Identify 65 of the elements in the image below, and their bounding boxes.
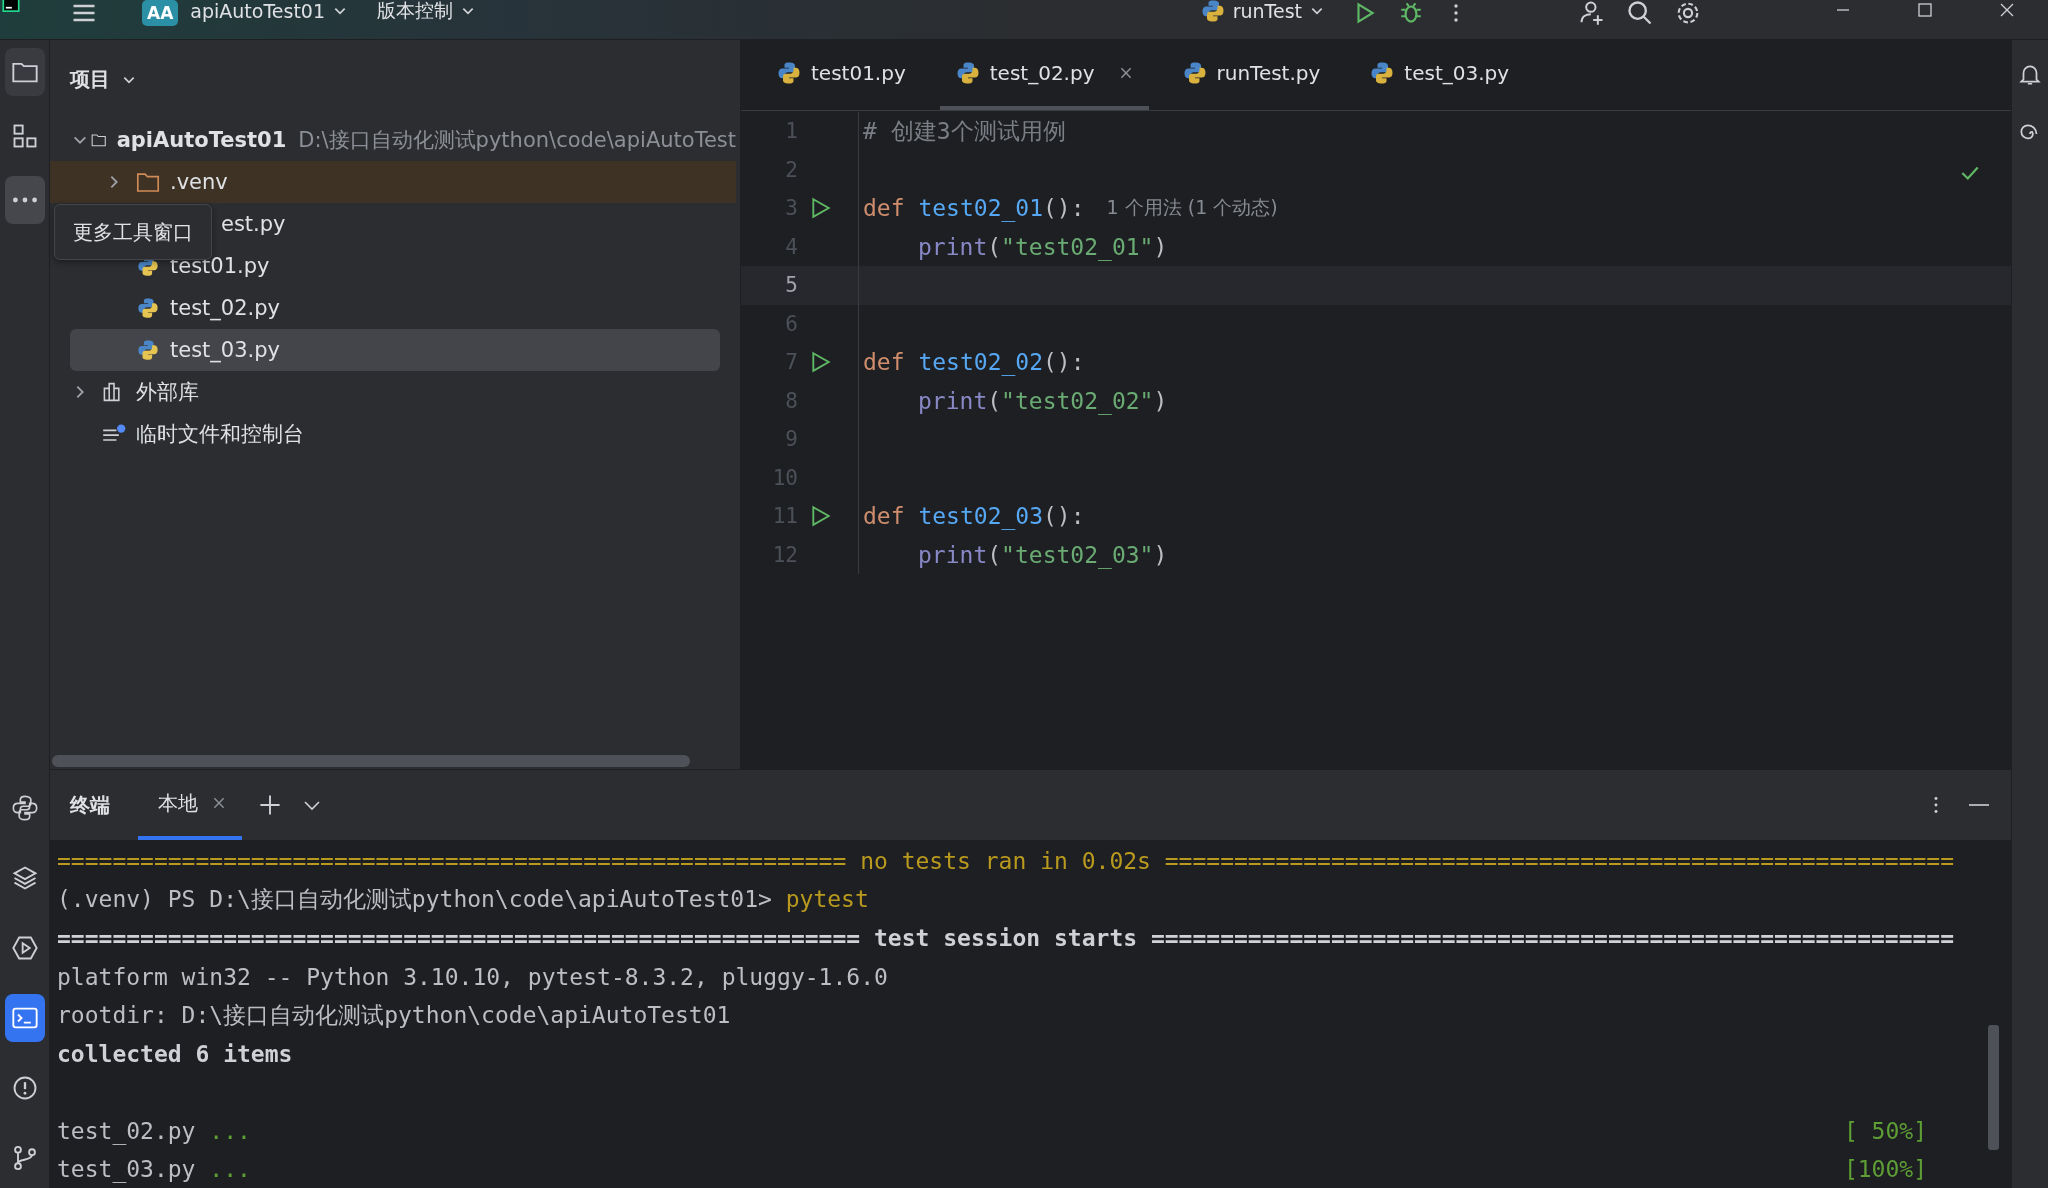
- terminal-line: collected 6 items: [57, 1040, 293, 1067]
- editor-tab[interactable]: test01.py: [761, 40, 922, 110]
- terminal-line: rootdir: D:\接口自动化测试python\code\apiAutoTest01: [57, 1000, 731, 1030]
- scrollbar[interactable]: [1988, 1025, 1999, 1150]
- file-item[interactable]: test_02.py: [50, 287, 736, 329]
- project-badge: AA: [142, 0, 179, 26]
- python-file-icon: [136, 339, 160, 361]
- code-line: print("test02_03"): [917, 541, 1168, 568]
- add-user-icon[interactable]: [1578, 0, 1606, 27]
- tooltip: 更多工具窗口: [54, 204, 212, 260]
- terminal-line: test_03.py ...: [57, 1156, 251, 1183]
- search-icon[interactable]: [1626, 0, 1654, 27]
- editor-tab[interactable]: test_02.py: [939, 40, 1149, 110]
- terminal-line: ========================================================= no tests ran in 0.02s =========================================================: [57, 848, 1955, 875]
- progress-percent: [ 50%]: [1843, 1117, 1927, 1144]
- close-icon[interactable]: [212, 796, 226, 810]
- run-icon[interactable]: [810, 505, 832, 528]
- code-line: # 创建3个测试用例: [863, 116, 1066, 146]
- progress-percent: [100%]: [1843, 1156, 1927, 1183]
- python-icon: [955, 61, 980, 85]
- app-logo-icon[interactable]: [2, 0, 20, 12]
- project-view-selector[interactable]: 项目: [70, 66, 136, 93]
- run-icon[interactable]: [810, 351, 832, 374]
- code-line: print("test02_01"): [917, 233, 1168, 260]
- project-switcher[interactable]: apiAutoTest01: [190, 0, 348, 22]
- tool-window-button[interactable]: [4, 48, 45, 96]
- vcs-menu[interactable]: 版本控制: [377, 0, 476, 22]
- tool-window-button[interactable]: [4, 176, 45, 224]
- code-line: def test02_02():: [863, 349, 1085, 376]
- maximize-icon[interactable]: [1915, 0, 1935, 20]
- debug-bug-icon[interactable]: [1398, 0, 1424, 26]
- panel-title: 终端: [70, 791, 110, 819]
- code-line: def test02_01():: [863, 195, 1085, 222]
- add-icon[interactable]: [258, 793, 282, 817]
- folder-item[interactable]: .venv: [50, 161, 736, 203]
- python-icon: [1200, 0, 1225, 23]
- python-icon: [10, 794, 39, 822]
- editor-tab[interactable]: runTest.py: [1166, 40, 1337, 110]
- code-line: def test02_03():: [863, 503, 1085, 530]
- scrollbar[interactable]: [52, 755, 690, 767]
- python-icon: [1370, 61, 1395, 85]
- run-config-selector[interactable]: runTest: [1200, 0, 1324, 22]
- folder-icon: [136, 171, 160, 193]
- python-icon: [777, 61, 801, 85]
- terminal-line: ========================================================== test session starts ==========================================================: [57, 925, 1955, 952]
- more-icon: [11, 197, 38, 203]
- project-root-item[interactable]: apiAutoTest01 D:\接口自动化测试python\code\apiAutoTest: [50, 119, 736, 161]
- layers-icon: [10, 864, 39, 892]
- tree-item[interactable]: 外部库: [50, 371, 736, 413]
- code-line: print("test02_02"): [917, 387, 1168, 414]
- python-icon: [1182, 61, 1207, 85]
- file-item[interactable]: test_03.py: [70, 329, 720, 371]
- file-item[interactable]: est.py: [221, 203, 736, 245]
- usage-hint[interactable]: 1 个用法 (1 个动态): [1106, 195, 1278, 222]
- terminal-line: platform win32 -- Python 3.10.10, pytest-8.3.2, pluggy-1.6.0: [57, 963, 888, 990]
- line-number: 5: [784, 273, 798, 298]
- python-file-icon: [136, 297, 160, 319]
- run-icon[interactable]: [810, 197, 832, 220]
- tree-item[interactable]: 临时文件和控制台: [50, 413, 736, 455]
- hexagon-play-icon: [10, 934, 39, 962]
- editor-tab[interactable]: test_03.py: [1354, 40, 1526, 110]
- terminal-line: test_02.py ...: [57, 1117, 251, 1144]
- close-icon[interactable]: [1118, 66, 1133, 80]
- terminal-line: (.venv) PS D:\接口自动化测试python\code\apiAutoTest01> pytest: [57, 885, 869, 915]
- tool-window-button[interactable]: [4, 994, 45, 1042]
